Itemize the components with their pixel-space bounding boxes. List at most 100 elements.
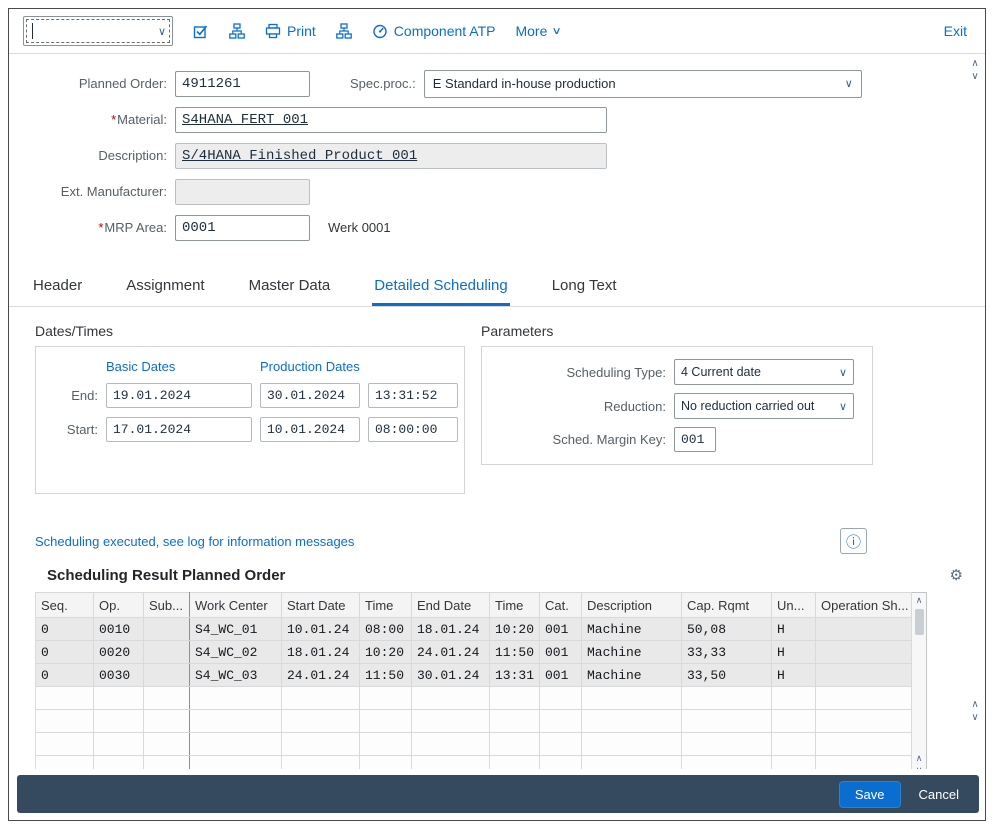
scheduling-type-select[interactable]: 4 Current date ∨ xyxy=(674,359,854,385)
table-row[interactable]: 00010 S4_WC_01 10.01.2408:00 18.01.2410:… xyxy=(36,618,912,641)
table-row-empty[interactable] xyxy=(36,710,912,733)
mrp-area-field[interactable]: 0001 xyxy=(175,215,310,241)
exit-button[interactable]: Exit xyxy=(944,23,967,39)
material-label: *Material: xyxy=(39,112,167,127)
description-field: S/4HANA Finished Product 001 xyxy=(175,143,607,169)
table-row[interactable]: 00020 S4_WC_02 18.01.2410:20 24.01.2411:… xyxy=(36,641,912,664)
scheduling-hierarchy-button[interactable] xyxy=(336,23,352,39)
org-chart-icon xyxy=(229,23,245,39)
print-label: Print xyxy=(287,23,316,39)
settings-gear-icon[interactable]: ⚙ xyxy=(950,566,963,584)
planned-order-label: Planned Order: xyxy=(39,76,167,91)
atp-gauge-icon xyxy=(372,23,388,39)
complete-button[interactable] xyxy=(193,23,209,39)
description-value: S/4HANA Finished Product 001 xyxy=(182,148,417,164)
start-label: Start: xyxy=(48,422,98,437)
chevron-down-icon: ∨ xyxy=(839,400,847,413)
end-production-date-value: 30.01.2024 xyxy=(267,388,345,403)
cancel-button[interactable]: Cancel xyxy=(909,782,969,807)
mrp-area-value: 0001 xyxy=(182,220,216,236)
table-row-empty[interactable] xyxy=(36,756,912,770)
toolbar-combobox[interactable]: ∨ xyxy=(23,16,173,46)
table-header-row: Seq. Op. Sub... Work Center Start Date T… xyxy=(36,593,912,618)
start-production-date-field[interactable]: 10.01.2024 xyxy=(260,417,360,442)
top-toolbar: ∨ Print Component ATP xyxy=(9,9,985,54)
start-basic-date-field[interactable]: 17.01.2024 xyxy=(106,417,252,442)
reduction-value: No reduction carried out xyxy=(681,399,814,413)
sched-margin-key-field[interactable]: 001 xyxy=(674,427,716,452)
info-icon: ⓘ xyxy=(846,531,861,552)
mrp-area-row: *MRP Area: 0001 Werk 0001 xyxy=(39,214,985,241)
col-cat[interactable]: Cat. xyxy=(540,593,582,618)
chevron-down-icon: ∨ xyxy=(845,77,853,90)
col-seq[interactable]: Seq. xyxy=(36,593,94,618)
material-field[interactable]: S4HANA_FERT_001 xyxy=(175,107,607,133)
end-production-time-field[interactable]: 13:31:52 xyxy=(368,383,458,408)
scrollbar-thumb[interactable] xyxy=(915,609,924,635)
col-unit[interactable]: Un... xyxy=(772,593,816,618)
end-basic-date-value: 19.01.2024 xyxy=(113,388,191,403)
scroll-down-icon[interactable]: ∨ xyxy=(916,765,923,769)
tab-header[interactable]: Header xyxy=(31,267,84,306)
tab-bar: Header Assignment Master Data Detailed S… xyxy=(9,267,985,307)
spec-proc-select[interactable]: E Standard in-house production ∨ xyxy=(424,70,862,98)
col-cap-rqmt[interactable]: Cap. Rqmt xyxy=(682,593,772,618)
scroll-down-icon[interactable]: ∨ xyxy=(971,71,978,82)
end-production-date-field[interactable]: 30.01.2024 xyxy=(260,383,360,408)
start-production-time-field[interactable]: 08:00:00 xyxy=(368,417,458,442)
tab-detailed-scheduling[interactable]: Detailed Scheduling xyxy=(372,267,509,306)
col-work-center[interactable]: Work Center xyxy=(190,593,282,618)
col-operation-sh[interactable]: Operation Sh... xyxy=(816,593,912,618)
component-atp-button[interactable]: Component ATP xyxy=(372,23,496,39)
tab-long-text[interactable]: Long Text xyxy=(550,267,619,306)
org-chart-icon xyxy=(336,23,352,39)
scheduling-type-value: 4 Current date xyxy=(681,365,761,379)
ext-manufacturer-label: Ext. Manufacturer: xyxy=(39,184,167,199)
spec-proc-value: E Standard in-house production xyxy=(433,76,616,91)
save-button[interactable]: Save xyxy=(839,781,901,808)
description-row: Description: S/4HANA Finished Product 00… xyxy=(39,142,985,169)
mrp-area-plant-text: Werk 0001 xyxy=(328,220,391,235)
info-button[interactable]: ⓘ xyxy=(840,528,867,554)
chevron-down-icon: ∨ xyxy=(839,366,847,379)
exit-label: Exit xyxy=(944,23,967,39)
table-scrollbar[interactable]: ∧ ∧ ∨ xyxy=(912,592,927,769)
hierarchy-button[interactable] xyxy=(229,23,245,39)
page-scrollbar[interactable]: ∧ ∨ xyxy=(968,58,982,82)
scroll-up-icon[interactable]: ∧ xyxy=(916,753,923,764)
scroll-down-icon[interactable]: ∨ xyxy=(971,712,978,723)
col-sub[interactable]: Sub... xyxy=(144,593,190,618)
material-value: S4HANA_FERT_001 xyxy=(182,112,308,128)
start-production-date-value: 10.01.2024 xyxy=(267,422,345,437)
scroll-up-icon[interactable]: ∧ xyxy=(916,595,923,606)
col-start-date[interactable]: Start Date xyxy=(282,593,360,618)
printer-icon xyxy=(265,23,281,39)
scheduling-type-label: Scheduling Type: xyxy=(494,365,666,380)
more-button[interactable]: More ∨ xyxy=(515,23,560,39)
col-start-time[interactable]: Time xyxy=(360,593,412,618)
text-caret xyxy=(32,23,33,39)
table-row-empty[interactable] xyxy=(36,733,912,756)
scroll-up-icon[interactable]: ∧ xyxy=(971,58,978,69)
planned-order-window: ∨ Print Component ATP xyxy=(8,8,986,821)
col-description[interactable]: Description xyxy=(582,593,682,618)
table-row[interactable]: 00030 S4_WC_03 24.01.2411:50 30.01.2413:… xyxy=(36,664,912,687)
tab-assignment[interactable]: Assignment xyxy=(124,267,206,306)
mrp-area-label: *MRP Area: xyxy=(39,220,167,235)
planned-order-row: Planned Order: 4911261 Spec.proc.: E Sta… xyxy=(39,70,985,97)
col-op[interactable]: Op. xyxy=(94,593,144,618)
col-end-time[interactable]: Time xyxy=(490,593,540,618)
reduction-select[interactable]: No reduction carried out ∨ xyxy=(674,393,854,419)
end-basic-date-field[interactable]: 19.01.2024 xyxy=(106,383,252,408)
tab-master-data[interactable]: Master Data xyxy=(247,267,333,306)
print-button[interactable]: Print xyxy=(265,23,316,39)
scroll-up-icon[interactable]: ∧ xyxy=(971,699,978,710)
col-end-date[interactable]: End Date xyxy=(412,593,490,618)
table-title-row: Scheduling Result Planned Order ⚙ xyxy=(47,566,963,584)
message-row: Scheduling executed, see log for informa… xyxy=(35,528,867,554)
ext-manufacturer-field xyxy=(175,179,310,205)
planned-order-field[interactable]: 4911261 xyxy=(175,71,310,97)
page-scrollbar-bottom[interactable]: ∧ ∨ xyxy=(968,699,982,723)
reduction-label: Reduction: xyxy=(494,399,666,414)
table-row-empty[interactable] xyxy=(36,687,912,710)
